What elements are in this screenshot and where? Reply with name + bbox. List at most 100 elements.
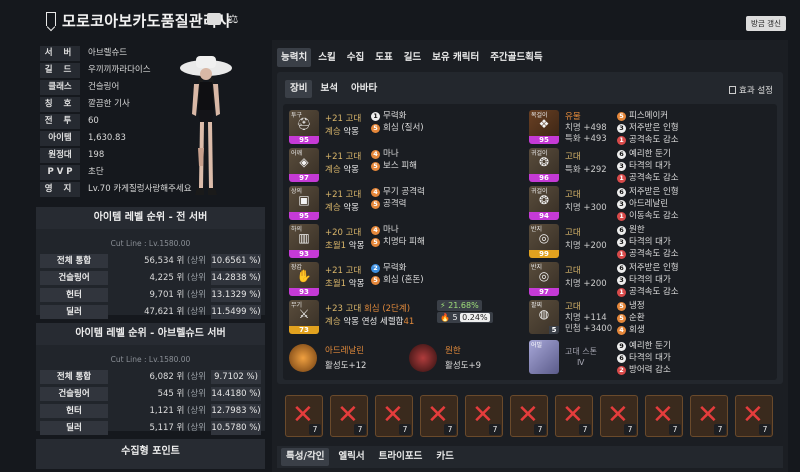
accessory-item[interactable]: 목걸이 ❖ 95 유물 치명 +498 특화 +493 5 피스메이커 3 저주받은 인… xyxy=(529,110,769,146)
rank-category: 헌터 xyxy=(40,288,108,302)
item-effects: 4 무기 공격력 5 공격력 xyxy=(371,186,425,210)
main-tabs: 능력치 스킬 수집 도표 길드 보유 캐릭터 주간골드획득 xyxy=(277,48,550,68)
subtab-avatar[interactable]: 아바타 xyxy=(346,80,382,98)
rank-panel-all-servers: 아이템 레벨 순위 - 전 서버 Cut Line : Lv.1580.00 전… xyxy=(36,207,265,319)
rank-percent: 9.7102 %) xyxy=(211,370,261,384)
info-label: 원정대 xyxy=(40,148,80,163)
equipment-item[interactable]: 상의 ▣ 95 +21 고대 계승 악몽 4 무기 공격력 5 공격력 xyxy=(289,186,519,222)
info-label: P V P xyxy=(40,165,80,180)
rank-value: 47,621 위 (상위 xyxy=(144,307,206,317)
item-effects: 6 예리한 둔기 3 타격의 대가 1 공격속도 감소 xyxy=(617,148,679,184)
item-effects: 5 피스메이커 3 저주받은 인형 1 공격속도 감소 xyxy=(617,110,679,146)
cut-line: Cut Line : Lv.1580.00 xyxy=(110,355,191,364)
bracelet-item[interactable]: 팔찌 ◍ 5 고대 치명 +114 민첩 +3400 5 냉정 5 순환 4 회생 xyxy=(529,300,769,336)
info-label: 길 드 xyxy=(40,63,80,78)
rank-value: 9,701 위 (상위 xyxy=(149,290,206,300)
gem-slot[interactable]: ✕ 7 xyxy=(690,395,728,437)
scale-icon[interactable]: ⚖ xyxy=(226,12,240,26)
rank-percent: 10.5780 %) xyxy=(211,421,261,435)
accessory-item[interactable]: 귀걸이 ❂ 96 고대 특화 +292 6 예리한 둔기 3 타격의 대가 1 공격속도 … xyxy=(529,148,769,184)
gem-slot[interactable]: ✕ 7 xyxy=(645,395,683,437)
cut-line: Cut Line : Lv.1580.00 xyxy=(110,239,191,248)
tab-skills[interactable]: 스킬 xyxy=(314,48,339,67)
accessory-item[interactable]: 귀걸이 ❂ 94 고대 치명 +300 6 저주받은 인형 3 아드레날린 1 이동속도 … xyxy=(529,186,769,222)
item-icon: 하의 ▥ 93 xyxy=(289,224,319,258)
info-label: 아이템 xyxy=(40,131,80,146)
info-value: 깔끔한 기사 xyxy=(88,99,130,109)
effect-settings-button[interactable]: 효과 설정 xyxy=(729,84,773,96)
gem-slot[interactable]: ✕ 7 xyxy=(735,395,773,437)
item-icon: 투구 ⛑ 95 xyxy=(289,110,319,144)
id-card-icon[interactable] xyxy=(207,13,221,25)
item-icon: 목걸이 ❖ 95 xyxy=(529,110,559,144)
weapon-bonus: ⚡ 21.68% 🔥 5 0.24% xyxy=(437,300,493,324)
tab-tripod[interactable]: 트라이포드 xyxy=(374,448,428,466)
tab-cards[interactable]: 카드 xyxy=(431,448,458,466)
engraving-icon xyxy=(289,344,317,372)
gem-slot[interactable]: ✕ 7 xyxy=(465,395,503,437)
item-effects: 6 저주받은 인형 3 타격의 대가 1 공격속도 감소 xyxy=(617,262,679,298)
bookmark-icon[interactable] xyxy=(46,12,56,26)
rank-row: 전체 통합 56,534 위 (상위 10.6561 %) xyxy=(40,254,261,269)
subtab-equipment[interactable]: 장비 xyxy=(285,80,313,98)
bonus-chip: 🔥 5 0.24% xyxy=(437,312,493,323)
item-effects: 1 무력화 5 회심 (질서) xyxy=(371,110,424,134)
tab-collection[interactable]: 수집 xyxy=(343,48,368,67)
gem-slot[interactable]: ✕ 7 xyxy=(600,395,638,437)
rank-row: 건슬링어 4,225 위 (상위 14.2838 %) xyxy=(40,271,261,286)
rank-value: 6,082 위 (상위 xyxy=(149,372,206,382)
tab-characters[interactable]: 보유 캐릭터 xyxy=(428,48,483,67)
info-value: 198 xyxy=(88,150,105,160)
weapon-item[interactable]: 무기 ⚔ 73 +23 고대 회심 (2단계) 계승 악몽 연성 세렐합41 ⚡ 2… xyxy=(289,300,529,336)
gem-slot[interactable]: ✕ 7 xyxy=(330,395,368,437)
gem-slot[interactable]: ✕ 7 xyxy=(420,395,458,437)
item-icon: 반지 ◎ 97 xyxy=(529,262,559,296)
rank-table: 전체 통합 56,534 위 (상위 10.6561 %) 건슬링어 4,225… xyxy=(40,254,261,320)
profile-panel: 서 버 아브렐슈드 길 드 우끼끼까라다이스 클래스 건슬링어 칭 호 깔끔한 … xyxy=(36,40,265,200)
rank-percent: 13.1329 %) xyxy=(211,288,261,302)
item-icon: 장갑 ✋ 93 xyxy=(289,262,319,296)
engraving-book-2[interactable]: 원한 활성도+9 xyxy=(409,342,529,376)
engraving-book-1[interactable]: 아드레날린 활성도+12 xyxy=(289,342,409,376)
item-effects: 9 예리한 둔기 6 타격의 대가 2 방어력 감소 xyxy=(617,340,671,376)
accessory-item[interactable]: 반지 ◎ 99 고대 치명 +200 6 원한 3 타격의 대가 1 공격속도 감소 xyxy=(529,224,769,260)
tab-elixir[interactable]: 엘릭서 xyxy=(333,448,369,466)
gem-slot[interactable]: ✕ 7 xyxy=(510,395,548,437)
gem-slot[interactable]: ✕ 7 xyxy=(285,395,323,437)
sub-tabs: 장비 보석 아바타 xyxy=(285,80,385,98)
tab-charts[interactable]: 도표 xyxy=(371,48,396,67)
header: 모로코아보카도품질관리사 ⚖ 방금 갱신 xyxy=(0,0,800,40)
left-column: 서 버 아브렐슈드 길 드 우끼끼까라다이스 클래스 건슬링어 칭 호 깔끔한 … xyxy=(36,40,265,469)
gem-slot[interactable]: ✕ 7 xyxy=(375,395,413,437)
item-icon: 반지 ◎ 99 xyxy=(529,224,559,258)
rank-percent: 14.4180 %) xyxy=(211,387,261,401)
subtab-gems[interactable]: 보석 xyxy=(315,80,342,98)
equipment-item[interactable]: 하의 ▥ 93 +20 고대 초월1 악몽 4 마나 5 치명타 피해 xyxy=(289,224,519,260)
settings-icon xyxy=(729,86,737,94)
info-value: 1,630.83 xyxy=(88,133,126,143)
ability-stone[interactable]: 어빌 고대 스톤 Ⅳ 9 예리한 둔기 6 타격의 대가 2 방어력 감소 xyxy=(529,340,769,378)
equipment-item[interactable]: 장갑 ✋ 93 +21 고대 초월1 악몽 2 무력화 5 회심 (혼돈) xyxy=(289,262,519,298)
tab-weekly-gold[interactable]: 주간골드획득 xyxy=(486,48,546,67)
rank-category: 딜러 xyxy=(40,305,108,319)
info-label: 칭 호 xyxy=(40,97,80,112)
equipment-item[interactable]: 투구 ⛑ 95 +21 고대 계승 악몽 1 무력화 5 회심 (질서) xyxy=(289,110,519,146)
refresh-button[interactable]: 방금 갱신 xyxy=(746,16,786,31)
item-effects: 6 원한 3 타격의 대가 1 공격속도 감소 xyxy=(617,224,679,260)
rank-percent: 14.2838 %) xyxy=(211,271,261,285)
item-effects: 5 냉정 5 순환 4 회생 xyxy=(617,300,645,336)
rank-table: 전체 통합 6,082 위 (상위 9.7102 %) 건슬링어 545 위 (… xyxy=(40,370,261,436)
info-value: 건슬링어 xyxy=(88,82,120,92)
item-icon: 팔찌 ◍ 5 xyxy=(529,300,559,334)
tab-guild[interactable]: 길드 xyxy=(400,48,425,67)
rank-category: 딜러 xyxy=(40,421,108,435)
rank-row: 건슬링어 545 위 (상위 14.4180 %) xyxy=(40,387,261,402)
gem-slot[interactable]: ✕ 7 xyxy=(555,395,593,437)
info-value: 우끼끼까라다이스 xyxy=(88,65,151,75)
accessory-item[interactable]: 반지 ◎ 97 고대 치명 +200 6 저주받은 인형 3 타격의 대가 1 공격속도 … xyxy=(529,262,769,298)
collection-points-panel[interactable]: 수집형 포인트 xyxy=(36,439,265,469)
equipment-item[interactable]: 어깨 ◈ 97 +21 고대 계승 악몽 4 마나 5 보스 피해 xyxy=(289,148,519,184)
tab-stats[interactable]: 능력치 xyxy=(277,48,312,67)
bonus-chip: ⚡ 21.68% xyxy=(437,300,482,311)
tab-engravings[interactable]: 특성/각인 xyxy=(281,448,330,466)
